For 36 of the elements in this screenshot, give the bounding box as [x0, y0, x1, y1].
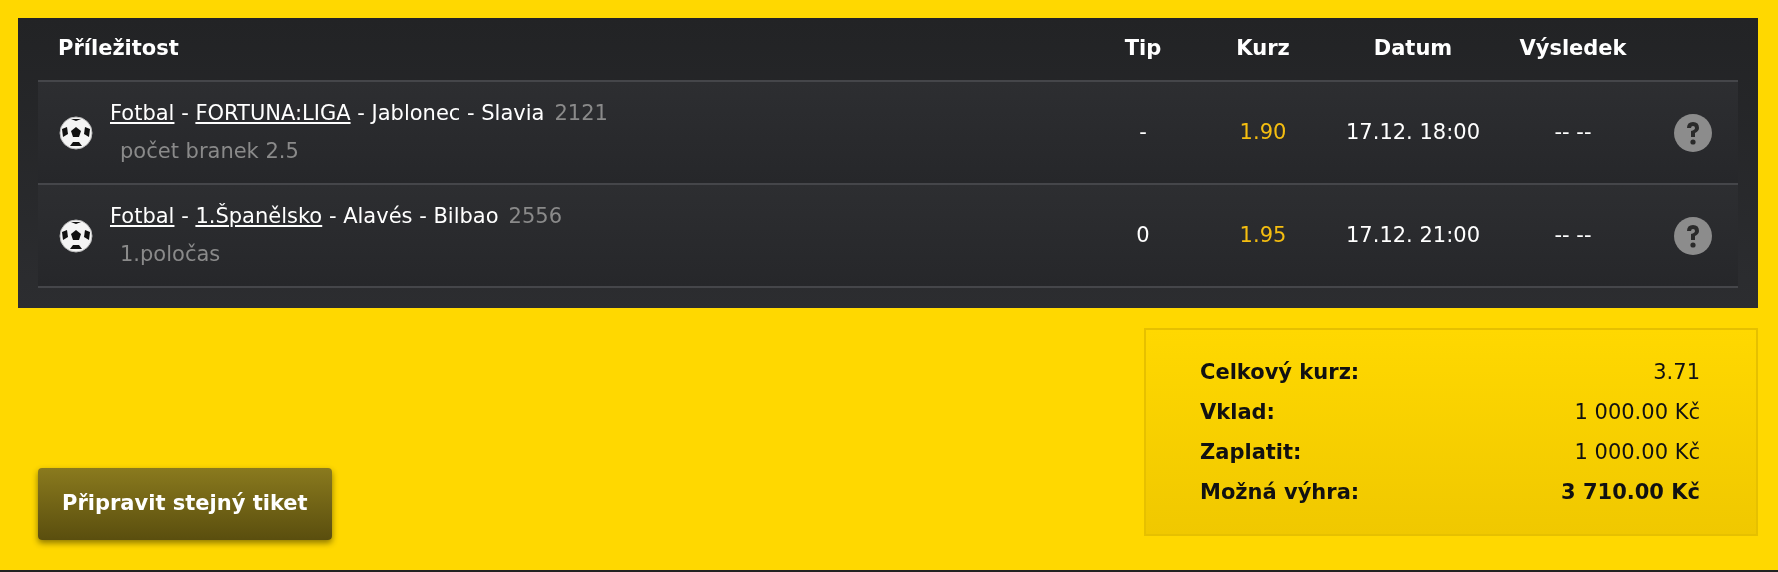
- event-link[interactable]: FORTUNA:LIGA: [195, 101, 351, 125]
- date-value: 17.12. 18:00: [1346, 119, 1480, 144]
- summary-value: 1 000.00 Kč: [1574, 399, 1700, 426]
- result-value: -- --: [1554, 119, 1592, 144]
- summary-value: 3.71: [1653, 359, 1700, 386]
- odds-value: 1.90: [1239, 119, 1287, 144]
- help-icon[interactable]: [1673, 215, 1713, 256]
- football-icon: [58, 114, 94, 151]
- event-title: Fotbal - 1.Španělsko - Alavés - Bilbao: [110, 204, 499, 228]
- summary-value: 1 000.00 Kč: [1574, 439, 1700, 466]
- tip-header: Tip: [1124, 36, 1162, 61]
- opportunity-header: Příležitost: [58, 36, 179, 61]
- event-link[interactable]: Fotbal: [110, 204, 175, 228]
- date-value: 17.12. 21:00: [1346, 222, 1480, 247]
- summary-label: Možná výhra:: [1200, 479, 1360, 506]
- event-title: Fotbal - FORTUNA:LIGA - Jablonec - Slavia: [110, 101, 545, 125]
- odds-value: 1.95: [1239, 222, 1287, 247]
- tip-value: -: [1139, 119, 1147, 144]
- summary-value: 3 710.00 Kč: [1561, 479, 1700, 506]
- event-code: 2556: [508, 204, 563, 228]
- result-value: -- --: [1554, 222, 1592, 247]
- tip-value: 0: [1136, 222, 1150, 247]
- summary-label: Zaplatit:: [1200, 439, 1302, 466]
- market-text: 1.poločas: [120, 240, 222, 268]
- prepare-ticket-button[interactable]: Připravit stejný tiket: [38, 468, 332, 540]
- date-header: Datum: [1373, 36, 1453, 61]
- result-header: Výsledek: [1519, 36, 1627, 61]
- help-icon[interactable]: [1673, 112, 1713, 153]
- summary-label: Vklad:: [1200, 399, 1276, 426]
- event-link[interactable]: 1.Španělsko: [195, 204, 323, 228]
- summary-label: Celkový kurz:: [1200, 359, 1360, 386]
- odds-header: Kurz: [1236, 36, 1290, 61]
- market-text: počet branek 2.5: [120, 137, 300, 165]
- event-link[interactable]: Fotbal: [110, 101, 175, 125]
- event-code: 2121: [554, 101, 608, 125]
- football-icon: [58, 217, 94, 254]
